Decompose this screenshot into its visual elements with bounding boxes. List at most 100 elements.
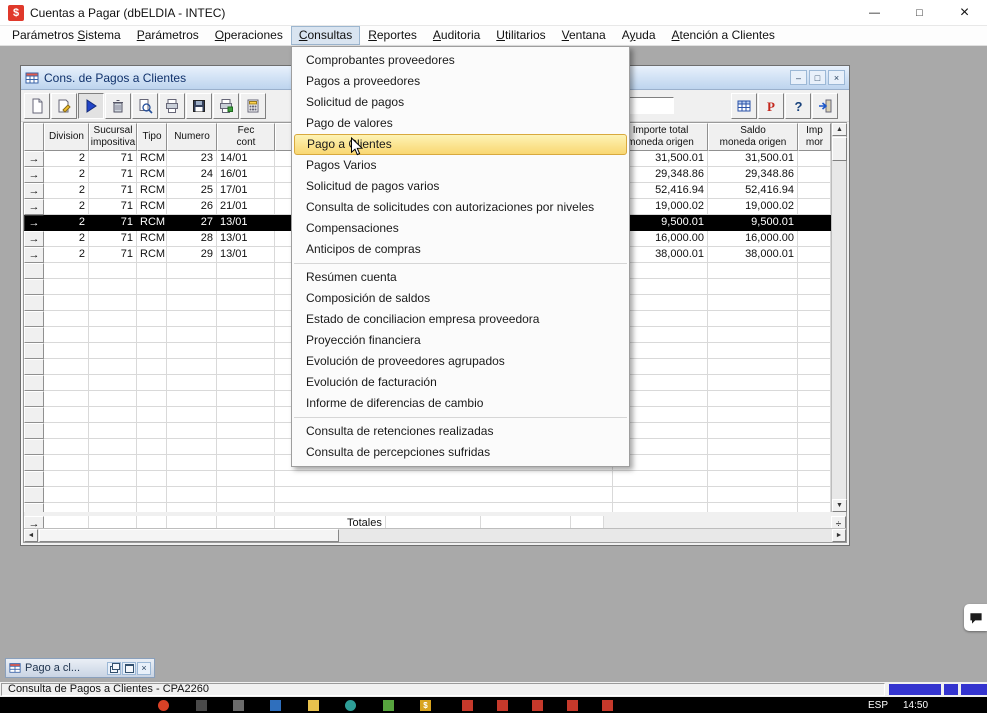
cell-division[interactable] — [44, 375, 89, 391]
cell-saldo[interactable]: 29,348.86 — [708, 167, 798, 183]
scroll-up-button[interactable]: ▲ — [832, 123, 847, 136]
cell-tipo[interactable]: RCM — [137, 151, 167, 167]
cell-sucursal[interactable]: 71 — [89, 247, 137, 263]
cell-numero[interactable] — [167, 455, 217, 471]
cell-saldo[interactable] — [708, 375, 798, 391]
cell-imp2[interactable] — [798, 455, 831, 471]
cell-imp2[interactable] — [798, 359, 831, 375]
cell-numero[interactable]: 26 — [167, 199, 217, 215]
cell-numero[interactable] — [167, 295, 217, 311]
cell-division[interactable] — [44, 279, 89, 295]
cell-imp2[interactable] — [798, 263, 831, 279]
cell-numero[interactable] — [167, 327, 217, 343]
cell-sucursal[interactable]: 71 — [89, 167, 137, 183]
cell-sucursal[interactable] — [89, 407, 137, 423]
cell-numero[interactable] — [167, 263, 217, 279]
close-button[interactable]: × — [137, 662, 151, 675]
cell-saldo[interactable] — [708, 407, 798, 423]
cell-imp2[interactable] — [798, 311, 831, 327]
edit-record-button[interactable] — [51, 93, 77, 119]
cell-tipo[interactable] — [137, 391, 167, 407]
cell-sucursal[interactable]: 71 — [89, 215, 137, 231]
cell-imp2[interactable] — [798, 407, 831, 423]
cell-tipo[interactable] — [137, 375, 167, 391]
menubar-item-parametros-sistema[interactable]: Parámetros Sistema — [4, 26, 129, 45]
menubar-item-auditoria[interactable]: Auditoria — [425, 26, 488, 45]
cell-tipo[interactable] — [137, 279, 167, 295]
cell-importe[interactable] — [613, 487, 708, 503]
close-button[interactable]: × — [942, 0, 987, 25]
help-button[interactable]: ? — [785, 93, 811, 119]
cell-tipo[interactable] — [137, 295, 167, 311]
cell-imp2[interactable] — [798, 279, 831, 295]
cell-gap[interactable] — [275, 487, 613, 503]
cell-tipo[interactable] — [137, 407, 167, 423]
cell-saldo[interactable]: 19,000.02 — [708, 199, 798, 215]
cell-tipo[interactable]: RCM — [137, 199, 167, 215]
cell-tipo[interactable] — [137, 471, 167, 487]
cell-division[interactable]: 2 — [44, 167, 89, 183]
cell-fecha[interactable] — [217, 375, 275, 391]
print-button[interactable] — [159, 93, 185, 119]
cell-importe[interactable] — [613, 503, 708, 512]
taskbar-app-icon[interactable] — [462, 700, 473, 711]
menu-item-pagos-varios[interactable]: Pagos Varios — [292, 155, 629, 176]
cell-numero[interactable]: 29 — [167, 247, 217, 263]
cell-saldo[interactable] — [708, 343, 798, 359]
taskbar-app-icon[interactable] — [158, 700, 169, 711]
cell-division[interactable]: 2 — [44, 215, 89, 231]
cell-sucursal[interactable] — [89, 455, 137, 471]
cell-tipo[interactable] — [137, 311, 167, 327]
cell-tipo[interactable] — [137, 343, 167, 359]
cell-fecha[interactable]: 13/01 — [217, 247, 275, 263]
cell-imp2[interactable] — [798, 487, 831, 503]
cell-tipo[interactable]: RCM — [137, 215, 167, 231]
cell-sucursal[interactable]: 71 — [89, 231, 137, 247]
cell-saldo[interactable] — [708, 295, 798, 311]
child-close-button[interactable]: × — [828, 70, 845, 85]
cell-fecha[interactable] — [217, 423, 275, 439]
cell-saldo[interactable]: 52,416.94 — [708, 183, 798, 199]
col-header-division[interactable]: Division — [44, 123, 89, 151]
cell-numero[interactable]: 24 — [167, 167, 217, 183]
cell-fecha[interactable]: 21/01 — [217, 199, 275, 215]
cell-saldo[interactable] — [708, 471, 798, 487]
print-setup-button[interactable] — [213, 93, 239, 119]
col-header-tipo[interactable]: Tipo — [137, 123, 167, 151]
cell-saldo[interactable]: 31,500.01 — [708, 151, 798, 167]
cell-importe[interactable] — [613, 471, 708, 487]
cell-division[interactable] — [44, 407, 89, 423]
export-button[interactable] — [240, 93, 266, 119]
cell-gap[interactable] — [275, 471, 613, 487]
cell-division[interactable] — [44, 263, 89, 279]
cell-saldo[interactable]: 9,500.01 — [708, 215, 798, 231]
taskbar-app-icon[interactable] — [270, 700, 281, 711]
vertical-scrollbar[interactable]: ▲ ▼ — [831, 123, 846, 512]
col-header-fecha[interactable]: Feccont — [217, 123, 275, 151]
cell-division[interactable]: 2 — [44, 231, 89, 247]
cell-saldo[interactable] — [708, 503, 798, 512]
cell-imp2[interactable] — [798, 247, 831, 263]
taskbar-app-icon[interactable] — [497, 700, 508, 711]
cell-imp2[interactable] — [798, 343, 831, 359]
cell-numero[interactable]: 28 — [167, 231, 217, 247]
cell-fecha[interactable] — [217, 327, 275, 343]
cell-division[interactable] — [44, 439, 89, 455]
cell-imp2[interactable] — [798, 231, 831, 247]
cell-imp2[interactable] — [798, 391, 831, 407]
child-maximize-button[interactable]: □ — [809, 70, 826, 85]
minimized-window-pago-a-clientes[interactable]: Pago a cl... × — [5, 658, 155, 678]
cell-saldo[interactable] — [708, 311, 798, 327]
delete-record-button[interactable] — [105, 93, 131, 119]
cell-sucursal[interactable] — [89, 279, 137, 295]
cell-saldo[interactable] — [708, 279, 798, 295]
cell-saldo[interactable]: 38,000.01 — [708, 247, 798, 263]
cell-division[interactable] — [44, 455, 89, 471]
cell-tipo[interactable] — [137, 327, 167, 343]
taskbar-app-icon[interactable] — [308, 700, 319, 711]
cell-division[interactable] — [44, 327, 89, 343]
menu-item-comprobantes-proveedores[interactable]: Comprobantes proveedores — [292, 50, 629, 71]
cell-division[interactable] — [44, 343, 89, 359]
menu-item-pagos-a-proveedores[interactable]: Pagos a proveedores — [292, 71, 629, 92]
cell-imp2[interactable] — [798, 295, 831, 311]
